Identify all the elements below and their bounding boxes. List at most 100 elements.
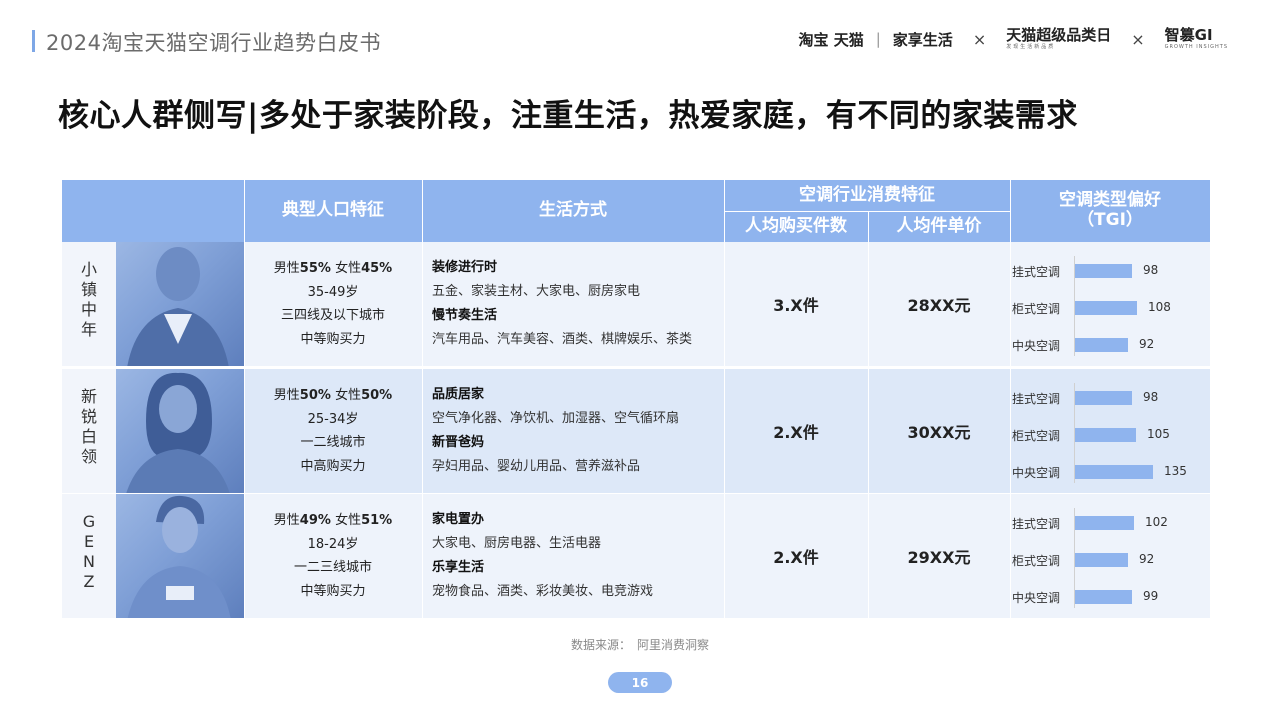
tgi-value-label: 92 [1139, 552, 1155, 566]
lifestyle-title: 慢节奏生活 [432, 308, 498, 323]
tgi-bar [1075, 590, 1132, 604]
header-blank-cell [62, 180, 244, 242]
tgi-mini-chart: 挂式空调 98 柜式空调 105 中央空调 135 [1012, 369, 1210, 493]
lifestyle-cell: 品质居家 空气净化器、净饮机、加湿器、空气循环扇 新晋爸妈 孕妇用品、婴幼儿用品… [432, 383, 722, 479]
grid-divider [724, 211, 1010, 212]
demographics-cell: 男性50% 女性50% 25-34岁 一二线城市 中高购买力 [244, 369, 422, 493]
persona-table: 典型人口特征 生活方式 空调行业消费特征 人均购买件数 人均件单价 空调类型偏好… [62, 180, 1210, 618]
table-row: GENZ 男性49% 女性51% 18-24岁 一二三线城市 中等购买力 家电置… [62, 494, 1210, 618]
header-preference-sub: （TGI） [1077, 210, 1143, 230]
data-source-note: 数据来源： 阿里消费洞察 [570, 638, 709, 652]
tgi-bar [1075, 465, 1153, 479]
purchasing-power: 中等购买力 [300, 331, 366, 347]
table-row: 小镇中年 男性55% 女性45% 35-49岁 三四线及以下城市 中等购买力 装… [62, 242, 1210, 366]
tgi-bar [1075, 338, 1128, 352]
page-headline: 核心人群侧写|多处于家装阶段，注重生活，热爱家庭，有不同的家装需求 [58, 98, 1078, 134]
grid-divider [868, 211, 869, 618]
partner-logos: 淘宝 天猫 | 家享生活 × 天猫超级品类日 发现生活新品质 × 智篡GI GR… [799, 28, 1229, 50]
grid-divider [1010, 180, 1011, 618]
tgi-bar [1075, 553, 1128, 567]
grid-divider [422, 180, 423, 618]
per-capita-qty-value: 2.X件 [773, 548, 819, 567]
tgi-label: 中央空调 [1012, 338, 1061, 353]
persona-photo: 新锐白领 [62, 369, 244, 493]
lifestyle-detail: 空气净化器、净饮机、加湿器、空气循环扇 [432, 411, 680, 426]
grid-divider [244, 180, 245, 618]
city-tier: 一二三线城市 [293, 560, 372, 575]
tgi-label: 挂式空调 [1012, 264, 1061, 279]
demographics-cell: 男性49% 女性51% 18-24岁 一二三线城市 中等购买力 [244, 494, 422, 618]
lifestyle-title: 品质居家 [432, 387, 485, 402]
per-capita-price-value: 30XX元 [907, 423, 971, 442]
tgi-bar [1075, 301, 1137, 315]
persona-segment-label: GENZ [82, 512, 96, 591]
lifestyle-title: 乐享生活 [432, 560, 485, 575]
cross-icon: × [1131, 29, 1145, 49]
age-range: 25-34岁 [307, 411, 359, 427]
tgi-value-label: 98 [1143, 263, 1159, 277]
logo-super-text: 天猫超级品类日 [1006, 26, 1112, 44]
person-silhouette-icon [126, 372, 230, 493]
lifestyle-cell: 装修进行时 五金、家装主材、大家电、厨房家电 慢节奏生活 汽车用品、汽车美容、酒… [432, 256, 722, 352]
persona-segment-label: 新锐白领 [80, 387, 97, 466]
demographics-cell: 男性55% 女性45% 35-49岁 三四线及以下城市 中等购买力 [244, 242, 422, 366]
tgi-label: 中央空调 [1012, 465, 1061, 480]
cross-icon: × [972, 29, 987, 49]
city-tier: 三四线及以下城市 [280, 308, 385, 323]
tgi-value-label: 102 [1145, 515, 1168, 529]
tgi-label: 柜式空调 [1012, 428, 1061, 443]
header-demographics: 典型人口特征 [244, 180, 422, 242]
persona-segment-label: 小镇中年 [80, 260, 97, 339]
page-number-badge: 16 [608, 672, 672, 693]
lifestyle-detail: 大家电、厨房电器、生活电器 [432, 536, 602, 551]
tgi-label: 柜式空调 [1012, 553, 1061, 568]
tgi-label: 挂式空调 [1012, 391, 1061, 406]
tgi-value-label: 98 [1143, 390, 1159, 404]
persona-photo: 小镇中年 [62, 242, 244, 366]
tgi-bar [1075, 428, 1136, 442]
purchasing-power: 中高购买力 [300, 458, 366, 474]
lifestyle-title: 装修进行时 [432, 260, 498, 275]
tgi-value-label: 135 [1164, 464, 1187, 478]
lifestyle-cell: 家电置办 大家电、厨房电器、生活电器 乐享生活 宠物食品、酒类、彩妆美妆、电竞游… [432, 508, 722, 604]
tgi-mini-chart: 挂式空调 98 柜式空调 108 中央空调 92 [1012, 242, 1210, 366]
grid-divider [724, 180, 725, 618]
logo-super-category-day: 天猫超级品类日 发现生活新品质 [1006, 28, 1111, 50]
person-silhouette-icon [127, 247, 229, 366]
logo-super-subtext: 发现生活新品质 [1006, 44, 1056, 50]
per-capita-qty-value: 2.X件 [773, 423, 819, 442]
logo-zhisuan-text: 智篡GI [1164, 26, 1213, 44]
city-tier: 一二线城市 [300, 435, 366, 450]
tgi-label: 中央空调 [1012, 590, 1061, 605]
logo-jiaxiang: 家享生活 [892, 30, 953, 49]
tgi-value-label: 108 [1148, 300, 1171, 314]
lifestyle-detail: 五金、家装主材、大家电、厨房家电 [432, 284, 641, 299]
tgi-label: 挂式空调 [1012, 516, 1061, 531]
lifestyle-detail: 汽车用品、汽车美容、酒类、棋牌娱乐、茶类 [432, 332, 693, 347]
purchasing-power: 中等购买力 [300, 583, 366, 599]
logo-zhisuan-gi: 智篡GI GROWTH INSIGHTS [1165, 28, 1228, 50]
lifestyle-detail: 宠物食品、酒类、彩妆美妆、电竞游戏 [432, 584, 654, 599]
table-row: 新锐白领 男性50% 女性50% 25-34岁 一二线城市 中高购买力 品质居家… [62, 369, 1210, 493]
header-per-capita-qty: 人均购买件数 [724, 211, 868, 242]
per-capita-price-value: 28XX元 [907, 296, 971, 315]
header-preference-title: 空调类型偏好 [1059, 190, 1161, 211]
logo-separator: | [875, 30, 881, 48]
lifestyle-title: 家电置办 [432, 512, 485, 527]
lifestyle-detail: 孕妇用品、婴幼儿用品、营养滋补品 [432, 459, 641, 474]
per-capita-qty-value: 3.X件 [773, 296, 819, 315]
header-per-capita-price: 人均件单价 [868, 211, 1010, 242]
lifestyle-title: 新晋爸妈 [432, 435, 485, 450]
age-range: 18-24岁 [307, 536, 359, 552]
tgi-value-label: 99 [1143, 589, 1159, 603]
person-silhouette-icon [127, 495, 231, 618]
header-consumption: 空调行业消费特征 [724, 180, 1010, 211]
tgi-bar [1075, 516, 1134, 530]
age-range: 35-49岁 [307, 284, 359, 300]
persona-photo: GENZ [62, 494, 244, 618]
header-lifestyle: 生活方式 [422, 180, 724, 242]
logo-zhisuan-subtext: GROWTH INSIGHTS [1164, 44, 1228, 50]
tgi-bar [1075, 264, 1132, 278]
tgi-bar [1075, 391, 1132, 405]
report-title: 2024淘宝天猫空调行业趋势白皮书 [46, 31, 381, 55]
